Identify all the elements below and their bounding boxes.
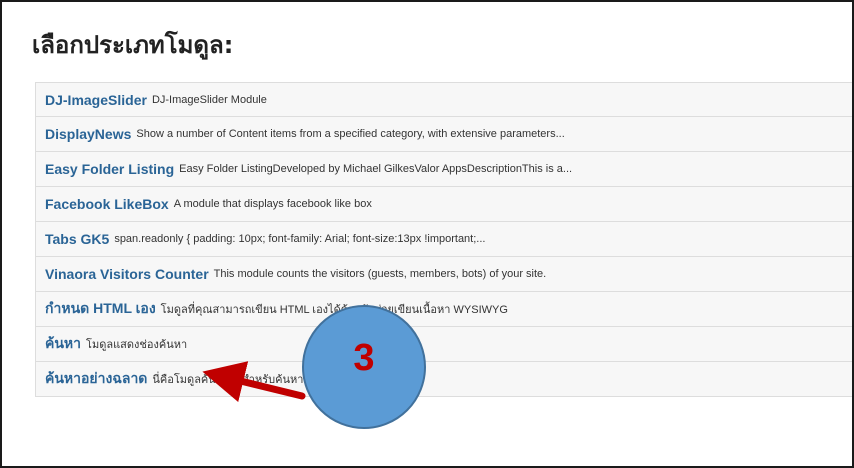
module-link[interactable]: ค้นหาอย่างฉลาด (45, 368, 147, 390)
module-link[interactable]: Vinaora Visitors Counter (45, 266, 209, 282)
step-number: 3 (353, 337, 375, 379)
module-link[interactable]: DisplayNews (45, 126, 131, 142)
module-link[interactable]: DJ-ImageSlider (45, 92, 147, 108)
module-item-smart-search[interactable]: ค้นหาอย่างฉลาด นี่คือโมดูลค้นหาใช้สำหรับ… (35, 362, 852, 397)
module-item-custom-html[interactable]: กำหนด HTML เอง โมดูลที่คุณสามารถเขียน HT… (35, 292, 852, 327)
module-item-easy-folder-listing[interactable]: Easy Folder Listing Easy Folder ListingD… (35, 152, 852, 187)
module-description: โมดูลแสดงช่องค้นหา (86, 339, 188, 351)
module-item-vinaora-visitors-counter[interactable]: Vinaora Visitors Counter This module cou… (35, 257, 852, 292)
module-item-displaynews[interactable]: DisplayNews Show a number of Content ite… (35, 117, 852, 152)
module-link[interactable]: ค้นหา (45, 333, 81, 355)
module-description: A module that displays facebook like box (173, 198, 372, 210)
module-link[interactable]: Tabs GK5 (45, 231, 109, 247)
module-description: This module counts the visitors (guests,… (213, 268, 547, 280)
module-link[interactable]: Easy Folder Listing (45, 161, 174, 177)
module-item-tabs-gk5[interactable]: Tabs GK5 span.readonly { padding: 10px; … (35, 222, 852, 257)
module-link[interactable]: กำหนด HTML เอง (45, 298, 156, 320)
screenshot-frame: เลือกประเภทโมดูล: DJ-ImageSlider DJ-Imag… (0, 0, 854, 468)
module-type-list: DJ-ImageSlider DJ-ImageSlider Module Dis… (35, 82, 852, 397)
page-title: เลือกประเภทโมดูล: (32, 31, 234, 59)
module-description: span.readonly { padding: 10px; font-fami… (114, 233, 486, 245)
module-link[interactable]: Facebook LikeBox (45, 196, 169, 212)
module-item-dj-imageslider[interactable]: DJ-ImageSlider DJ-ImageSlider Module (35, 82, 852, 117)
module-description: Show a number of Content items from a sp… (136, 128, 565, 140)
module-description: โมดูลที่คุณสามารถเขียน HTML เองได้ด้วยตั… (160, 304, 508, 316)
module-item-facebook-likebox[interactable]: Facebook LikeBox A module that displays … (35, 187, 852, 222)
module-description: Easy Folder ListingDeveloped by Michael … (179, 163, 573, 175)
module-description: DJ-ImageSlider Module (151, 93, 267, 106)
module-item-search[interactable]: ค้นหา โมดูลแสดงช่องค้นหา (35, 327, 852, 362)
